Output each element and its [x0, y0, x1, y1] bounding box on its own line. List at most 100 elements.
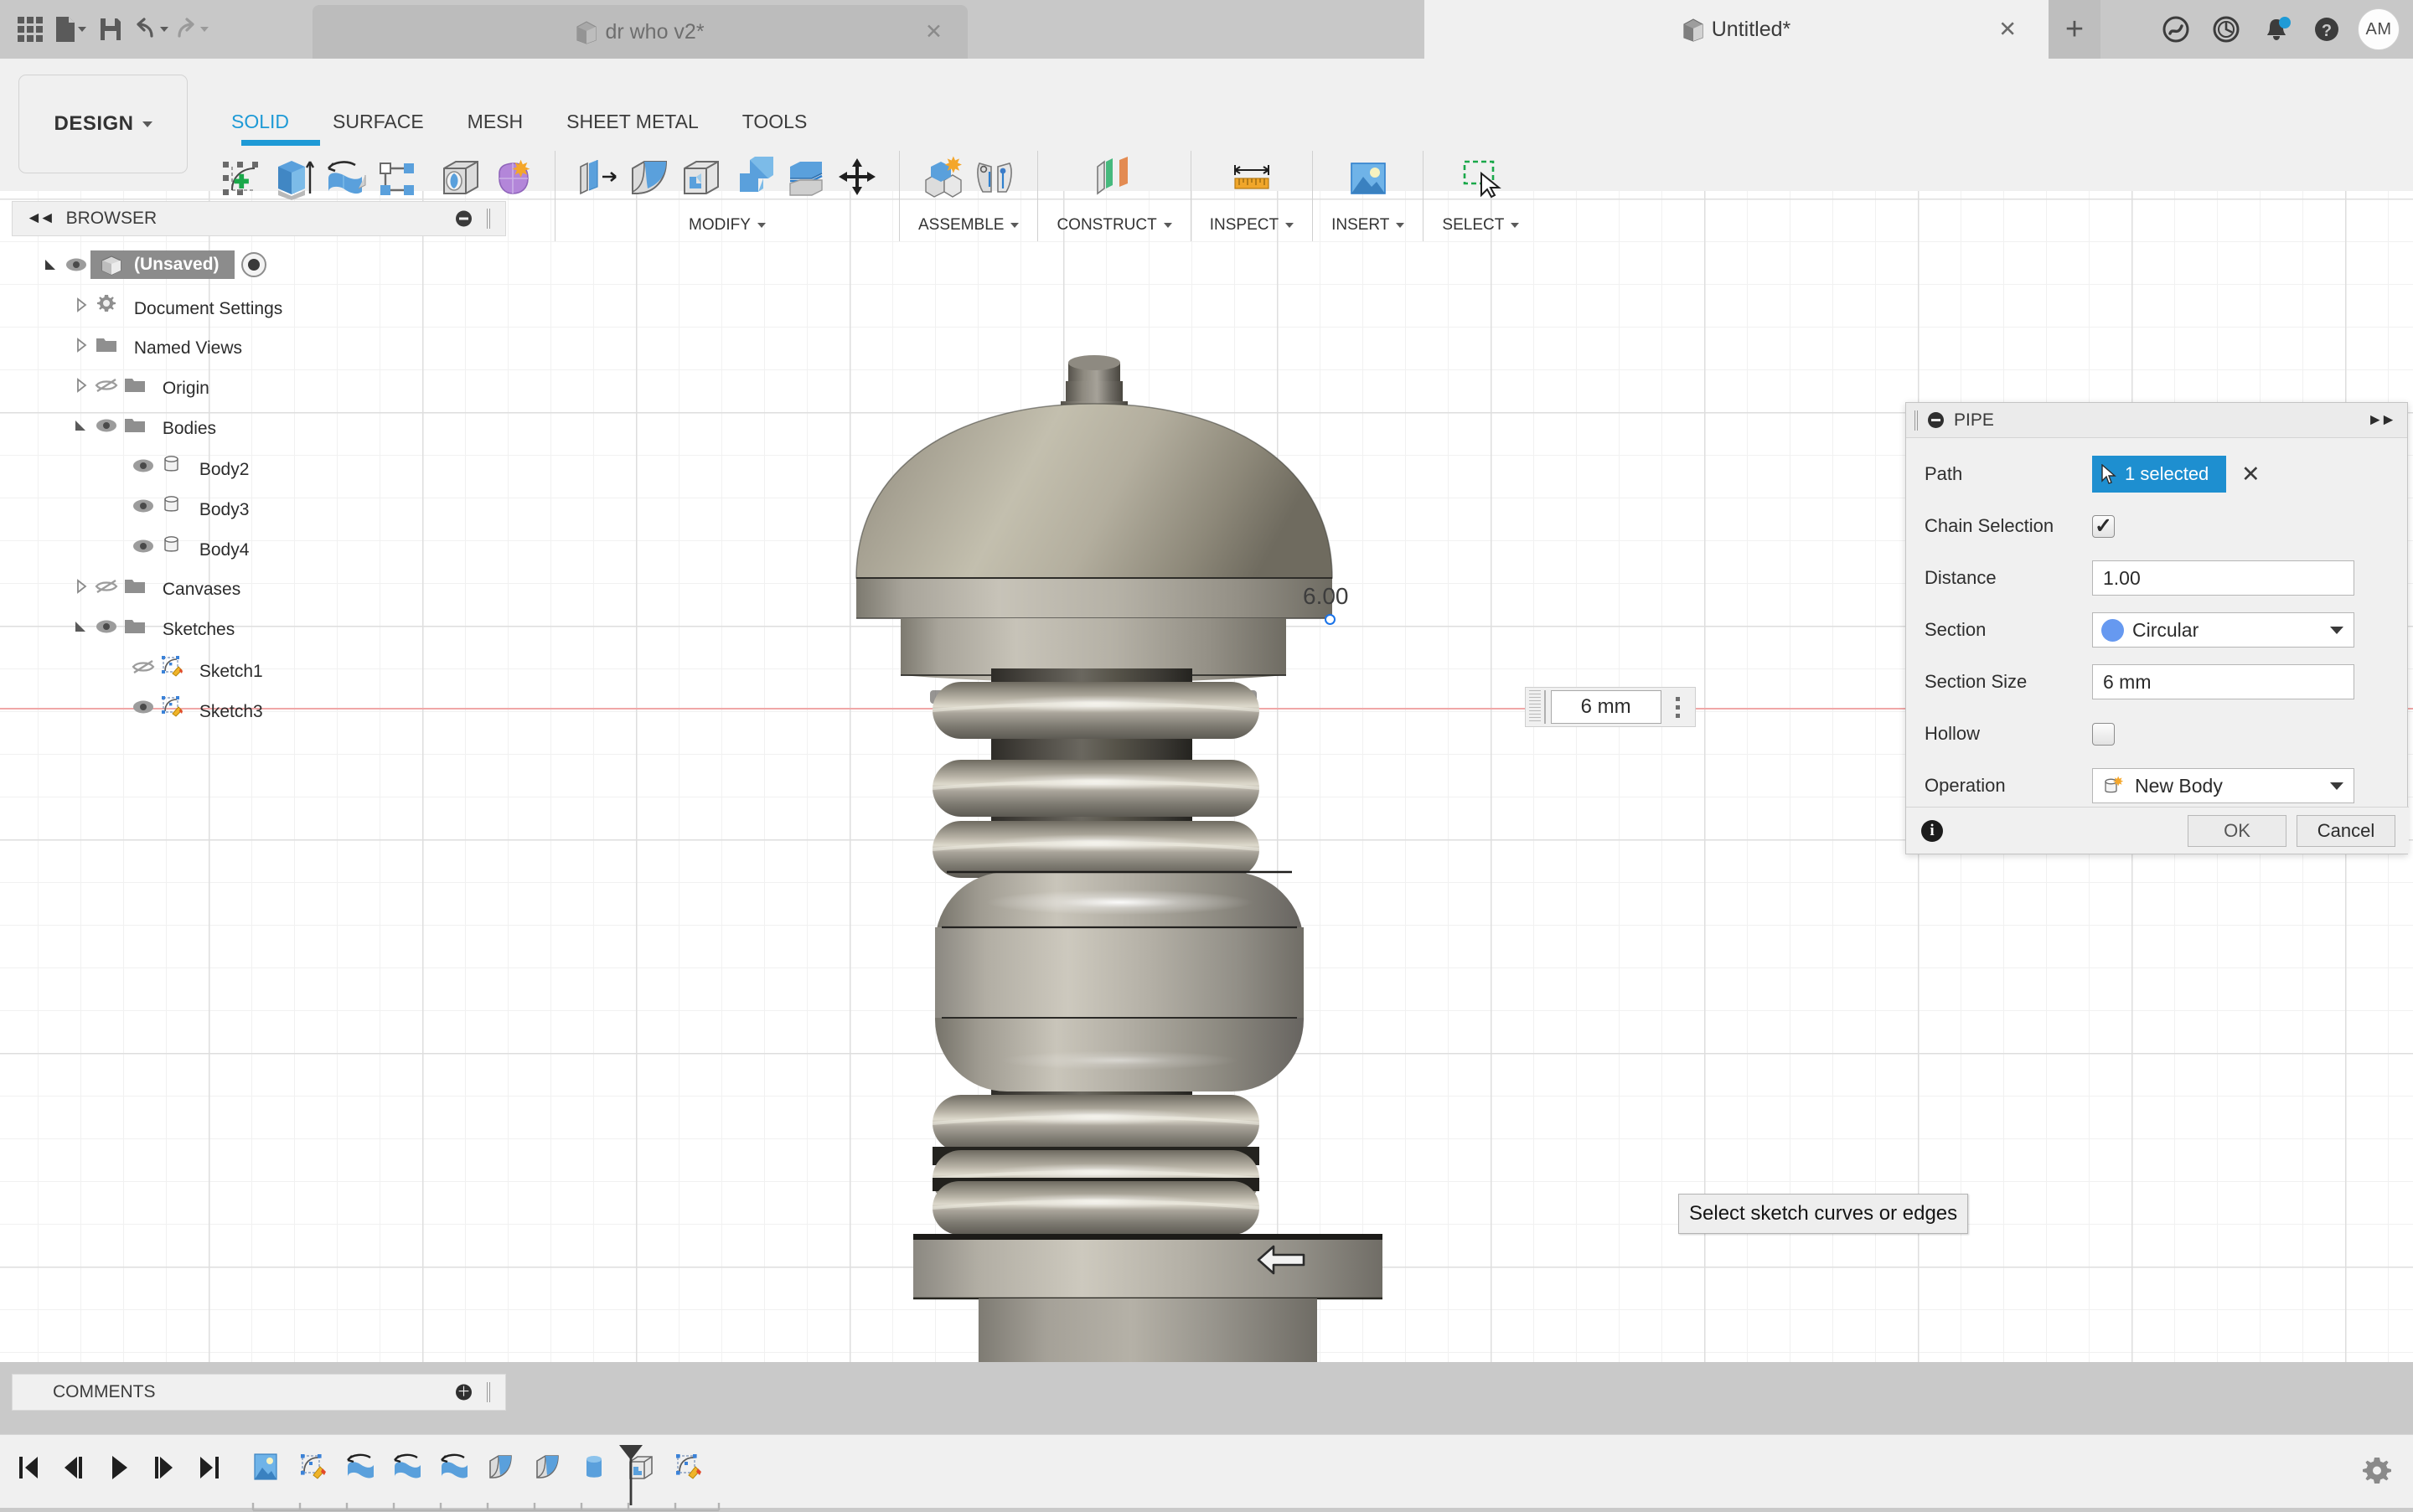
cylinder-feature-icon[interactable] [573, 1445, 615, 1489]
joint-icon[interactable] [971, 155, 1018, 202]
mesh-box-icon[interactable] [437, 155, 484, 202]
grip-icon[interactable] [1914, 410, 1918, 431]
info-icon[interactable]: i [1921, 819, 1943, 842]
step-forward-icon[interactable] [147, 1447, 181, 1489]
activate-radio[interactable] [240, 252, 266, 277]
distance-input[interactable]: 1.00 [2092, 560, 2354, 596]
workspace-selector[interactable]: DESIGN [18, 75, 188, 173]
job-status-icon[interactable] [2157, 10, 2195, 49]
section-dropdown[interactable]: Circular [2092, 612, 2354, 648]
twisty-closed-icon[interactable] [70, 334, 92, 356]
path-selection-chip[interactable]: 1 selected [2092, 456, 2226, 493]
notifications-icon[interactable] [2257, 10, 2296, 49]
extrude-feature-icon-2[interactable] [526, 1445, 568, 1489]
undo-icon[interactable] [132, 8, 169, 51]
step-back-icon[interactable] [57, 1447, 90, 1489]
sketch-feature-icon-2[interactable] [667, 1445, 709, 1489]
visibility-eye-hidden-icon[interactable] [92, 575, 121, 598]
section-size-input[interactable]: 6 mm [2092, 664, 2354, 699]
tab-solid[interactable]: SOLID [209, 111, 311, 133]
hollow-checkbox[interactable] [2092, 722, 2115, 746]
tree-row-root[interactable]: (Unsaved) [12, 245, 514, 285]
sidebar-item-named-views[interactable]: Named Views [12, 325, 514, 365]
sidebar-item-origin[interactable]: Origin [12, 365, 514, 405]
revolve-icon[interactable] [322, 155, 369, 202]
pipe-dialog[interactable]: PIPE ►► Path 1 selected ✕ Chain Selectio… [1905, 402, 2409, 854]
create-sketch-icon[interactable] [218, 155, 265, 202]
visibility-eye-icon[interactable] [92, 615, 121, 638]
revolve-feature-icon-3[interactable] [432, 1445, 474, 1489]
combine-icon[interactable] [730, 155, 777, 202]
press-pull-icon[interactable] [574, 155, 621, 202]
dimension-input-widget[interactable]: 6 mm [1525, 687, 1696, 727]
direction-arrow-handle[interactable] [1255, 1240, 1307, 1284]
sidebar-item-sketch3[interactable]: Sketch3 [12, 687, 514, 727]
twisty-open-icon[interactable] [70, 415, 92, 436]
form-icon[interactable] [489, 155, 536, 202]
visibility-eye-icon[interactable] [129, 695, 158, 719]
sketch-feature-icon[interactable] [292, 1445, 333, 1489]
tab-tools[interactable]: TOOLS [721, 111, 829, 133]
resize-grip-icon[interactable] [487, 1382, 490, 1402]
chain-selection-checkbox[interactable] [2092, 514, 2115, 538]
quick-access-toolbar[interactable] [0, 0, 209, 59]
fillet-icon[interactable] [626, 155, 673, 202]
sidebar-item-sketches[interactable]: Sketches [12, 606, 514, 647]
new-file-icon[interactable] [52, 8, 89, 51]
cancel-button[interactable]: Cancel [2297, 814, 2395, 847]
redo-icon[interactable] [173, 8, 209, 51]
recent-icon[interactable] [2207, 10, 2245, 49]
sidebar-item-body2[interactable]: Body2 [12, 446, 514, 486]
titlebar-right-icons[interactable]: ? AM [2157, 0, 2400, 59]
go-to-start-icon[interactable] [12, 1447, 45, 1489]
twisty-closed-icon[interactable] [70, 374, 92, 396]
visibility-eye-hidden-icon[interactable] [92, 374, 121, 397]
extrude-feature-icon[interactable] [479, 1445, 521, 1489]
twisty-closed-icon[interactable] [70, 294, 92, 316]
offset-plane-icon[interactable] [1091, 155, 1138, 202]
visibility-eye-hidden-icon[interactable] [129, 655, 158, 679]
minus-icon[interactable] [1928, 412, 1944, 428]
go-to-end-icon[interactable] [193, 1447, 226, 1489]
ok-button[interactable]: OK [2188, 814, 2286, 847]
app-grid-icon[interactable] [12, 8, 49, 51]
document-tab-active[interactable]: Untitled* ✕ [1424, 0, 2049, 59]
visibility-eye-icon[interactable] [129, 494, 158, 518]
select-window-icon[interactable] [1457, 155, 1504, 202]
tree-root-selected[interactable]: (Unsaved) [90, 250, 235, 279]
twisty-open-icon[interactable] [40, 254, 62, 276]
visibility-eye-icon[interactable] [129, 454, 158, 477]
sidebar-item-sketch1[interactable]: Sketch1 [12, 647, 514, 687]
sidebar-item-canvases[interactable]: Canvases [12, 566, 514, 606]
more-options-icon[interactable] [1661, 690, 1695, 724]
sidebar-item-body4[interactable]: Body4 [12, 526, 514, 566]
tab-sheet-metal[interactable]: SHEET METAL [545, 111, 721, 133]
twisty-closed-icon[interactable] [70, 575, 92, 597]
help-icon[interactable]: ? [2307, 10, 2346, 49]
visibility-eye-icon[interactable] [62, 253, 90, 276]
extrude-icon[interactable] [270, 155, 317, 202]
pattern-icon[interactable] [374, 155, 421, 202]
ribbon-tabs[interactable]: SOLID SURFACE MESH SHEET METAL TOOLS [209, 111, 829, 133]
visibility-eye-icon[interactable] [129, 534, 158, 558]
play-icon[interactable] [102, 1447, 136, 1489]
revolve-feature-icon-2[interactable] [385, 1445, 427, 1489]
tab-surface[interactable]: SURFACE [311, 111, 446, 133]
resize-grip-icon[interactable] [487, 209, 490, 229]
collapse-panel-icon[interactable]: ◄◄ [26, 209, 55, 228]
clear-selection-icon[interactable]: ✕ [2241, 462, 2261, 486]
move-copy-icon[interactable] [834, 155, 881, 202]
new-component-icon[interactable] [919, 155, 966, 202]
plus-icon[interactable]: ＋ [456, 1384, 472, 1401]
dimension-value-input[interactable]: 6 mm [1550, 690, 1661, 724]
fast-forward-icon[interactable]: ►► [2367, 411, 2396, 430]
insert-canvas-icon[interactable] [1345, 155, 1392, 202]
save-icon[interactable] [92, 8, 129, 51]
path-endpoint-top[interactable] [1325, 614, 1336, 625]
new-tab-button[interactable]: + [2049, 0, 2100, 59]
tab-mesh[interactable]: MESH [446, 111, 545, 133]
twisty-open-icon[interactable] [70, 616, 92, 637]
timeline-playhead-marker[interactable] [617, 1443, 645, 1511]
measure-icon[interactable] [1228, 155, 1275, 202]
split-face-icon[interactable] [782, 155, 829, 202]
